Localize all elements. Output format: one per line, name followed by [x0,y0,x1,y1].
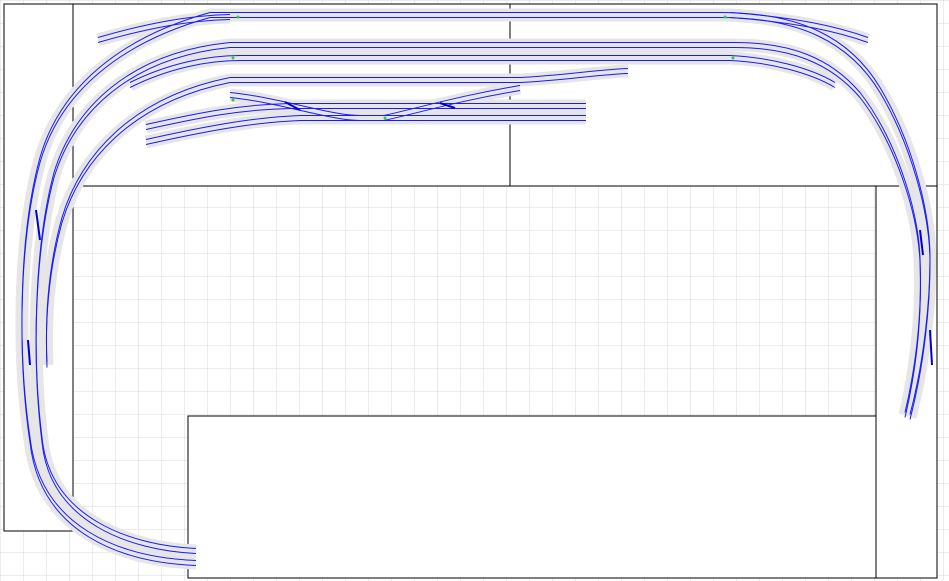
track-plan-svg[interactable] [0,0,949,581]
end-marker [731,56,735,60]
baseboard-bottom[interactable] [187,415,877,579]
end-marker [383,116,387,120]
end-marker [231,56,235,60]
end-marker [231,98,235,102]
end-marker [236,15,240,19]
layout-canvas[interactable] [0,0,949,581]
end-marker [723,15,727,19]
baseboard-top-right[interactable] [509,3,938,187]
